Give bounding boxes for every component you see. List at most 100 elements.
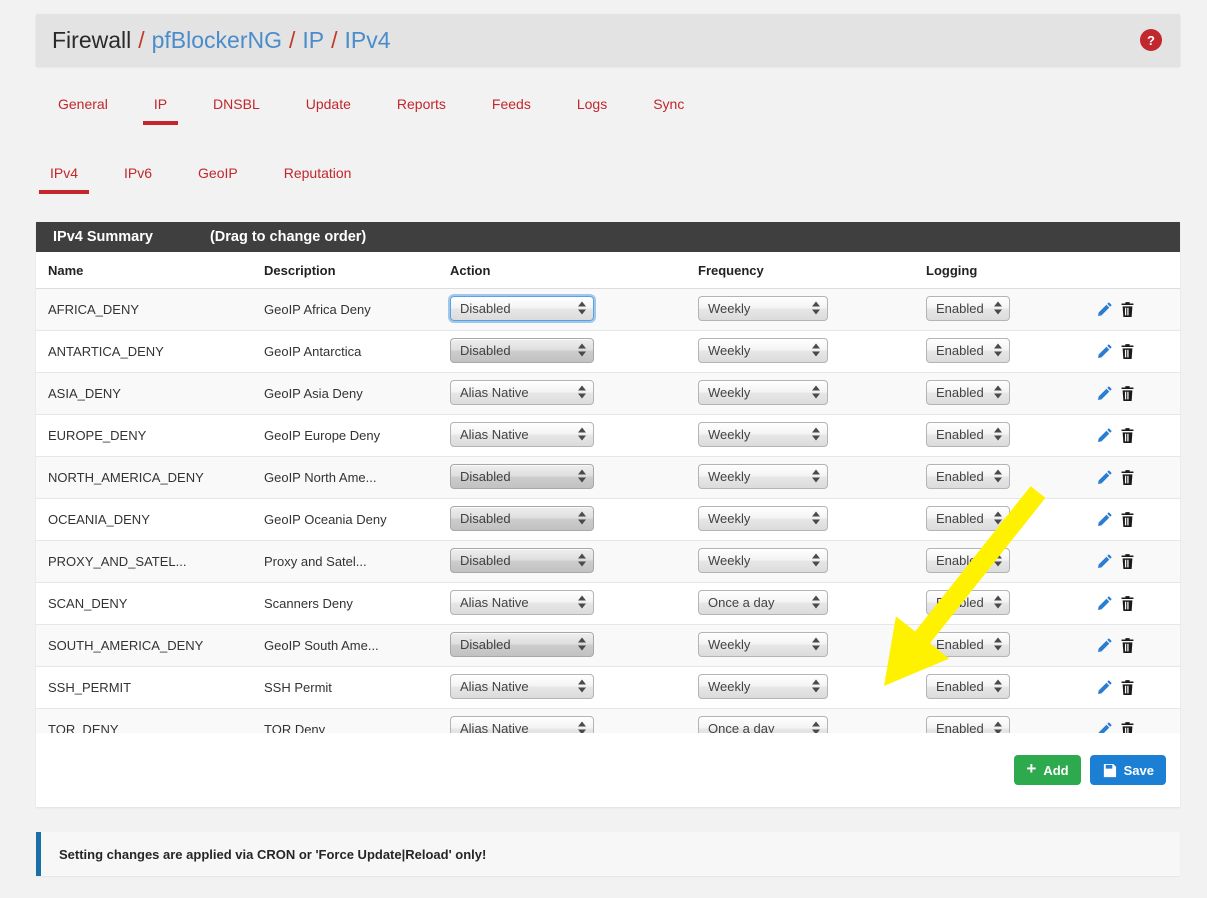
logging-select[interactable]: Enabled bbox=[926, 547, 1010, 573]
pencil-icon[interactable] bbox=[1096, 427, 1113, 444]
frequency-select[interactable]: Weekly bbox=[698, 295, 828, 321]
frequency-select[interactable]: Once a day bbox=[698, 589, 828, 615]
action-select-value: Alias Native bbox=[460, 426, 529, 442]
logging-select[interactable]: Enabled bbox=[926, 337, 1010, 363]
pencil-icon[interactable] bbox=[1096, 385, 1113, 402]
select-arrows-icon bbox=[994, 637, 1002, 652]
breadcrumb-item-pfblockerng[interactable]: pfBlockerNG bbox=[152, 27, 282, 54]
subtab-reputation[interactable]: Reputation bbox=[282, 161, 354, 194]
trash-icon[interactable] bbox=[1119, 427, 1136, 444]
table-row[interactable]: PROXY_AND_SATEL... Proxy and Satel... Disa… bbox=[36, 540, 1180, 583]
logging-select[interactable]: Enabled bbox=[926, 631, 1010, 657]
column-header-action: Action bbox=[450, 252, 698, 289]
action-select[interactable]: Disabled bbox=[450, 547, 594, 573]
trash-icon[interactable] bbox=[1119, 595, 1136, 612]
trash-icon[interactable] bbox=[1119, 511, 1136, 528]
trash-icon[interactable] bbox=[1119, 301, 1136, 318]
frequency-select[interactable]: Weekly bbox=[698, 505, 828, 531]
action-select[interactable]: Alias Native bbox=[450, 589, 594, 615]
frequency-select[interactable]: Weekly bbox=[698, 547, 828, 573]
frequency-select[interactable]: Weekly bbox=[698, 463, 828, 489]
frequency-select[interactable]: Weekly bbox=[698, 421, 828, 447]
pencil-icon[interactable] bbox=[1096, 553, 1113, 570]
trash-icon[interactable] bbox=[1119, 679, 1136, 696]
table-row[interactable]: SSH_PERMIT SSH Permit Alias Native Weekly En… bbox=[36, 666, 1180, 709]
breadcrumb-item-ipv4[interactable]: IPv4 bbox=[345, 27, 391, 54]
pencil-icon[interactable] bbox=[1096, 637, 1113, 654]
select-arrows-icon bbox=[812, 553, 820, 568]
table-row[interactable]: ANTARTICA_DENY GeoIP Antarctica Disabled We… bbox=[36, 330, 1180, 373]
trash-icon[interactable] bbox=[1119, 637, 1136, 654]
action-select[interactable]: Alias Native bbox=[450, 673, 594, 699]
logging-select[interactable]: Enabled bbox=[926, 421, 1010, 447]
table-row[interactable]: AFRICA_DENY GeoIP Africa Deny Disabled Week… bbox=[36, 288, 1180, 331]
subtab-ipv4[interactable]: IPv4 bbox=[38, 161, 90, 194]
trash-icon[interactable] bbox=[1119, 553, 1136, 570]
select-arrows-icon bbox=[578, 427, 586, 442]
logging-select[interactable]: Enabled bbox=[926, 673, 1010, 699]
table-row[interactable]: NORTH_AMERICA_DENY GeoIP North Ame... Disa… bbox=[36, 456, 1180, 499]
help-icon[interactable]: ? bbox=[1140, 29, 1162, 51]
logging-select[interactable]: Enabled bbox=[926, 505, 1010, 531]
frequency-select[interactable]: Weekly bbox=[698, 631, 828, 657]
tab-sync[interactable]: Sync bbox=[651, 92, 686, 125]
table-row[interactable]: SCAN_DENY Scanners Deny Alias Native Once a… bbox=[36, 582, 1180, 625]
column-header-actions bbox=[1094, 252, 1180, 289]
frequency-select-value: Weekly bbox=[708, 468, 751, 484]
action-select[interactable]: Alias Native bbox=[450, 379, 594, 405]
select-arrows-icon bbox=[994, 595, 1002, 610]
action-select-value: Disabled bbox=[460, 468, 511, 484]
action-select[interactable]: Disabled bbox=[450, 337, 594, 363]
tab-feeds[interactable]: Feeds bbox=[490, 92, 533, 125]
trash-icon[interactable] bbox=[1119, 385, 1136, 402]
row-action-buttons bbox=[1094, 511, 1180, 528]
row-description: GeoIP Oceania Deny bbox=[264, 512, 387, 527]
tab-logs[interactable]: Logs bbox=[575, 92, 609, 125]
pencil-icon[interactable] bbox=[1096, 301, 1113, 318]
trash-icon[interactable] bbox=[1119, 343, 1136, 360]
row-description: GeoIP Asia Deny bbox=[264, 386, 363, 401]
select-arrows-icon bbox=[578, 637, 586, 652]
pencil-icon[interactable] bbox=[1096, 595, 1113, 612]
trash-icon[interactable] bbox=[1119, 469, 1136, 486]
tab-general[interactable]: General bbox=[56, 92, 110, 125]
pencil-icon[interactable] bbox=[1096, 679, 1113, 696]
row-name: SCAN_DENY bbox=[48, 596, 128, 611]
pencil-icon[interactable] bbox=[1096, 343, 1113, 360]
action-select[interactable]: Disabled bbox=[450, 505, 594, 531]
table-row[interactable]: ASIA_DENY GeoIP Asia Deny Alias Native Week… bbox=[36, 372, 1180, 415]
select-arrows-icon bbox=[578, 469, 586, 484]
logging-select[interactable]: Enabled bbox=[926, 295, 1010, 321]
logging-select[interactable]: Enabled bbox=[926, 379, 1010, 405]
tab-dnsbl[interactable]: DNSBL bbox=[211, 92, 262, 125]
tab-update[interactable]: Update bbox=[304, 92, 353, 125]
pencil-icon[interactable] bbox=[1096, 469, 1113, 486]
action-select[interactable]: Alias Native bbox=[450, 421, 594, 447]
table-row[interactable]: EUROPE_DENY GeoIP Europe Deny Alias Native… bbox=[36, 414, 1180, 457]
table-row[interactable]: OCEANIA_DENY GeoIP Oceania Deny Disabled We… bbox=[36, 498, 1180, 541]
subtab-ipv6[interactable]: IPv6 bbox=[122, 161, 154, 194]
action-select[interactable]: Disabled bbox=[450, 631, 594, 657]
table-row[interactable]: SOUTH_AMERICA_DENY GeoIP South Ame... Disa… bbox=[36, 624, 1180, 667]
logging-select[interactable]: Enabled bbox=[926, 589, 1010, 615]
tab-reports[interactable]: Reports bbox=[395, 92, 448, 125]
add-button[interactable]: + Add bbox=[1014, 755, 1081, 785]
frequency-select[interactable]: Weekly bbox=[698, 673, 828, 699]
frequency-select[interactable]: Weekly bbox=[698, 337, 828, 363]
breadcrumb-item-ip[interactable]: IP bbox=[302, 27, 324, 54]
logging-select[interactable]: Enabled bbox=[926, 463, 1010, 489]
action-select[interactable]: Disabled bbox=[450, 295, 594, 321]
select-arrows-icon bbox=[994, 679, 1002, 694]
frequency-select-value: Weekly bbox=[708, 678, 751, 694]
select-arrows-icon bbox=[994, 553, 1002, 568]
row-action-buttons bbox=[1094, 595, 1180, 612]
subtab-geoip[interactable]: GeoIP bbox=[196, 161, 240, 194]
row-description: SSH Permit bbox=[264, 680, 332, 695]
action-select[interactable]: Disabled bbox=[450, 463, 594, 489]
save-button[interactable]: Save bbox=[1089, 755, 1166, 785]
tab-ip[interactable]: IP bbox=[142, 92, 179, 125]
pencil-icon[interactable] bbox=[1096, 511, 1113, 528]
ipv4-summary-table: Name Description Action Frequency Loggin… bbox=[36, 252, 1180, 751]
frequency-select[interactable]: Weekly bbox=[698, 379, 828, 405]
row-name: SSH_PERMIT bbox=[48, 680, 132, 695]
